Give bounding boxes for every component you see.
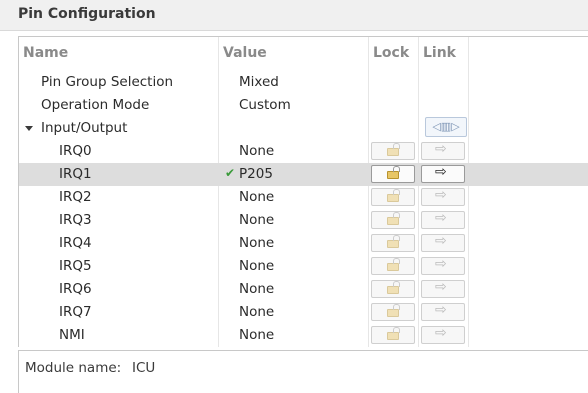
table-row[interactable]: Pin Group Selection Mixed [19, 71, 588, 94]
right-arrow-icon: ⇨ [435, 210, 447, 226]
table-header: Name Value Lock Link [19, 37, 588, 69]
padlock-icon [387, 212, 400, 225]
module-info-panel: Module name: ICU [18, 350, 588, 393]
row-value[interactable]: Mixed [239, 74, 279, 90]
table-row[interactable]: IRQ6 None ⇨ [19, 278, 588, 301]
padlock-icon [387, 235, 400, 248]
checkmark-icon: ✔ [225, 166, 236, 180]
row-name: IRQ4 [59, 235, 92, 251]
row-name: IRQ0 [59, 143, 92, 159]
lock-button[interactable] [371, 326, 415, 344]
link-button[interactable]: ⇨ [421, 233, 465, 252]
link-button[interactable]: ⇨ [421, 210, 465, 229]
panel-title: Pin Configuration [18, 6, 156, 22]
lock-button[interactable] [371, 188, 415, 206]
column-header-value[interactable]: Value [223, 45, 267, 61]
table-row[interactable]: Operation Mode Custom [19, 94, 588, 117]
row-name: IRQ7 [59, 304, 92, 320]
table-row[interactable]: IRQ3 None ⇨ [19, 209, 588, 232]
right-arrow-icon: ⇨ [435, 256, 447, 272]
row-name: Pin Group Selection [41, 74, 174, 90]
lock-button[interactable] [371, 303, 415, 321]
row-name: IRQ2 [59, 189, 92, 205]
padlock-icon [387, 166, 400, 179]
row-name: IRQ5 [59, 258, 92, 274]
module-name-label: Module name: [25, 360, 122, 376]
module-name-value: ICU [132, 360, 156, 376]
row-value[interactable]: None [239, 235, 274, 251]
table-row[interactable]: IRQ5 None ⇨ [19, 255, 588, 278]
lock-button[interactable] [371, 280, 415, 298]
link-button[interactable]: ⇨ [421, 302, 465, 321]
table-row[interactable]: IRQ0 None ⇨ [19, 140, 588, 163]
row-name: IRQ6 [59, 281, 92, 297]
row-value[interactable]: None [239, 327, 274, 343]
link-button[interactable]: ⇨ [421, 279, 465, 298]
link-button[interactable]: ⇨ [421, 141, 465, 160]
table-row[interactable]: IRQ4 None ⇨ [19, 232, 588, 255]
link-button[interactable]: ⇨ [421, 325, 465, 344]
right-arrow-icon: ⇨ [435, 279, 447, 295]
column-header-lock[interactable]: Lock [373, 45, 409, 61]
row-value[interactable]: None [239, 189, 274, 205]
row-value[interactable]: None [239, 212, 274, 228]
row-name: IRQ1 [59, 166, 92, 182]
table-row[interactable]: IRQ2 None ⇨ [19, 186, 588, 209]
table-row-selected[interactable]: IRQ1 ✔ P205 ⇨ [19, 163, 588, 186]
link-button[interactable]: ⇨ [421, 187, 465, 206]
row-value[interactable]: None [239, 304, 274, 320]
right-arrow-icon: ⇨ [435, 233, 447, 249]
lock-button[interactable] [371, 257, 415, 275]
padlock-icon [387, 281, 400, 294]
row-value[interactable]: None [239, 143, 274, 159]
lock-button[interactable] [371, 234, 415, 252]
lock-button[interactable] [371, 142, 415, 160]
row-value[interactable]: None [239, 281, 274, 297]
row-name: NMI [59, 327, 85, 343]
right-arrow-icon: ⇨ [435, 187, 447, 203]
column-header-link[interactable]: Link [423, 45, 456, 61]
link-button[interactable]: ⇨ [421, 164, 465, 183]
row-value[interactable]: P205 [239, 166, 273, 182]
padlock-icon [387, 189, 400, 202]
link-group-icon[interactable]: ◁▥▷ [425, 117, 467, 137]
lock-button[interactable] [371, 211, 415, 229]
column-header-name[interactable]: Name [23, 45, 68, 61]
right-arrow-icon: ⇨ [435, 302, 447, 318]
triangle-down-icon[interactable] [25, 126, 33, 131]
right-arrow-icon: ⇨ [435, 141, 447, 157]
table-row[interactable]: IRQ7 None ⇨ [19, 301, 588, 324]
right-arrow-icon: ⇨ [435, 164, 447, 180]
panel-header: Pin Configuration [0, 0, 588, 31]
row-name: Operation Mode [41, 97, 150, 113]
padlock-icon [387, 258, 400, 271]
table-row[interactable]: NMI None ⇨ [19, 324, 588, 347]
tree-group-input-output[interactable]: Input/Output ◁▥▷ [19, 117, 588, 140]
right-arrow-icon: ⇨ [435, 325, 447, 341]
row-value[interactable]: Custom [239, 97, 291, 113]
row-name: IRQ3 [59, 212, 92, 228]
padlock-icon [387, 143, 400, 156]
link-button[interactable]: ⇨ [421, 256, 465, 275]
padlock-icon [387, 327, 400, 340]
lock-button[interactable] [371, 165, 415, 183]
padlock-icon [387, 304, 400, 317]
row-name: Input/Output [41, 120, 128, 136]
row-value[interactable]: None [239, 258, 274, 274]
